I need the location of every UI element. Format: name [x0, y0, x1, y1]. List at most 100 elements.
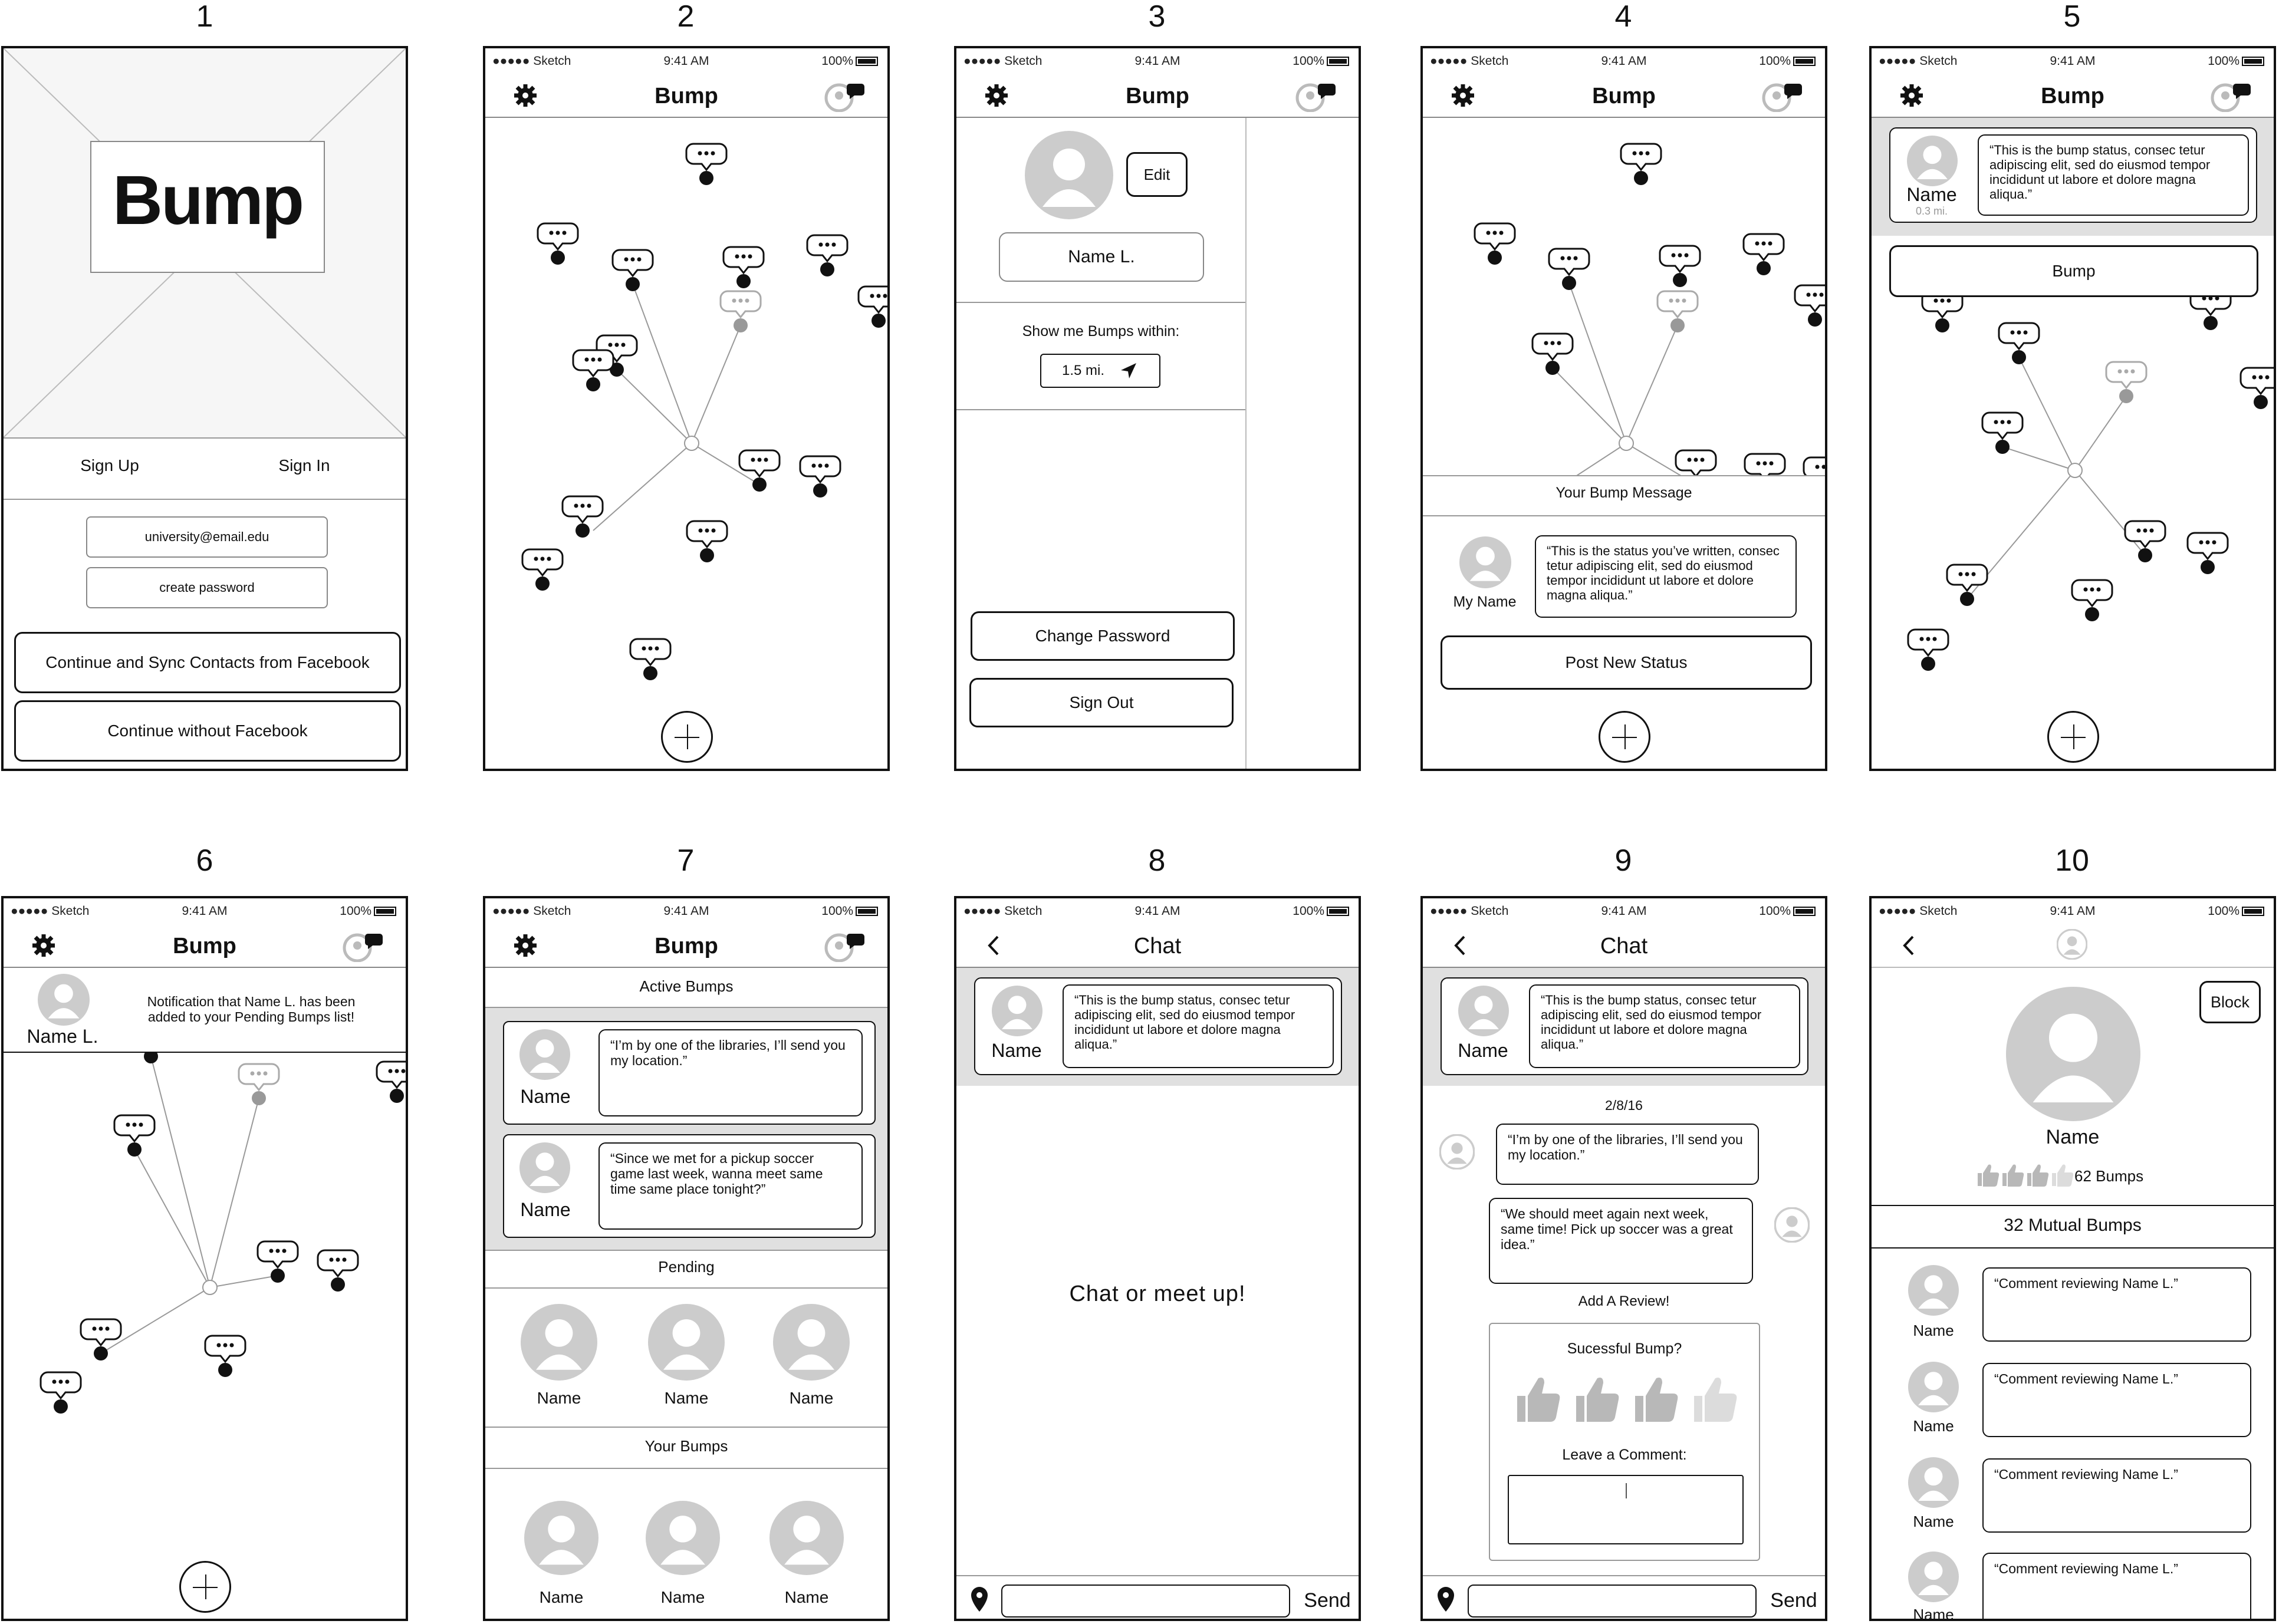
send-button[interactable]: Send	[1761, 1589, 1825, 1612]
bump-marker[interactable]	[1907, 628, 1949, 671]
bump-marker[interactable]	[1921, 290, 1964, 332]
status-bar: ●●●●● Sketch 9:41 AM 100%	[485, 898, 887, 922]
bump-map[interactable]	[1423, 48, 1825, 475]
bump-marker[interactable]	[611, 249, 654, 291]
bump-marker[interactable]	[806, 234, 849, 276]
back-chevron-icon[interactable]	[1901, 935, 1916, 956]
bump-user-name: Name	[1458, 1040, 1508, 1061]
splash-placeholder	[4, 48, 406, 437]
nav-bar: Chat	[1423, 922, 1825, 968]
bump-marker[interactable]	[238, 1063, 280, 1105]
bump-marker[interactable]	[80, 1318, 122, 1361]
bump-marker[interactable]	[1803, 456, 1825, 475]
bump-marker[interactable]	[2239, 367, 2274, 409]
bump-marker[interactable]	[1548, 248, 1590, 290]
change-password-button[interactable]: Change Password	[971, 611, 1235, 661]
bump-marker[interactable]	[113, 1114, 156, 1157]
no-facebook-button[interactable]: Continue without Facebook	[14, 700, 401, 762]
comment-input[interactable]	[1508, 1475, 1744, 1544]
bump-marker[interactable]	[1675, 449, 1717, 475]
thumbs-up-rating[interactable]	[1514, 1372, 1738, 1425]
location-pin-icon[interactable]	[969, 1586, 989, 1613]
add-bump-button[interactable]	[1599, 711, 1650, 763]
bump-marker[interactable]	[799, 455, 841, 498]
screen-3-settings: ●●●●● Sketch 9:41 AM 100% Bump Edit Name L…	[954, 46, 1361, 771]
post-new-status-button[interactable]: Post New Status	[1441, 635, 1812, 690]
pending-heading: Pending	[658, 1258, 715, 1276]
bump-marker[interactable]	[317, 1249, 359, 1292]
pending-avatar[interactable]	[521, 1304, 597, 1381]
bump-marker[interactable]	[1620, 143, 1662, 185]
your-bump-name: Name	[539, 1588, 584, 1606]
bump-marker[interactable]	[1946, 564, 1988, 606]
bump-marker[interactable]	[1794, 284, 1825, 327]
screen-number: 4	[1614, 0, 1632, 34]
text-cursor	[1626, 1483, 1627, 1498]
facebook-sync-button[interactable]: Continue and Sync Contacts from Facebook	[14, 632, 401, 693]
bump-message-heading: Your Bump Message	[1555, 485, 1692, 501]
bump-button[interactable]: Bump	[1889, 245, 2258, 297]
pending-avatar[interactable]	[773, 1304, 850, 1381]
bump-marker[interactable]	[2186, 532, 2229, 574]
bump-marker[interactable]	[537, 222, 579, 265]
active-bump-row[interactable]: Name “I’m by one of the libraries, I’ll …	[503, 1021, 876, 1125]
bump-marker[interactable]	[1998, 322, 2040, 364]
profile-chat-icon[interactable]	[1295, 80, 1336, 112]
bump-marker[interactable]	[738, 449, 781, 492]
bump-marker[interactable]	[686, 520, 728, 562]
name-field[interactable]: Name L.	[999, 232, 1204, 282]
email-field[interactable]: university@email.edu	[86, 516, 328, 558]
distance-selector[interactable]: 1.5 mi.	[1040, 354, 1160, 388]
bump-marker[interactable]	[256, 1240, 299, 1283]
pending-avatar[interactable]	[648, 1304, 725, 1381]
avatar	[38, 974, 90, 1026]
profile-chat-icon[interactable]	[824, 930, 865, 962]
add-bump-button[interactable]	[179, 1561, 231, 1613]
bump-marker[interactable]	[722, 246, 765, 288]
add-bump-button[interactable]	[661, 711, 713, 763]
screen-5-bump-card: ●●●●● Sketch 9:41 AM 100% Bump Name 0.3 mi…	[1869, 46, 2276, 771]
bump-marker[interactable]	[2071, 579, 2113, 621]
bump-marker[interactable]	[521, 548, 564, 591]
incoming-message: “I’m by one of the libraries, I’ll send …	[1496, 1124, 1759, 1185]
screen-number: 6	[196, 844, 213, 878]
block-button[interactable]: Block	[2199, 981, 2261, 1023]
bump-marker[interactable]	[572, 349, 614, 391]
add-bump-button[interactable]	[2047, 711, 2099, 763]
bump-marker[interactable]	[40, 1371, 82, 1414]
bump-marker[interactable]	[1656, 290, 1699, 332]
sign-out-button[interactable]: Sign Out	[969, 678, 1234, 727]
screen-4-post-status: ●●●●● Sketch 9:41 AM 100% Bump Your Bump M…	[1420, 46, 1827, 771]
active-bump-row[interactable]: Name “Since we met for a pickup soccer g…	[503, 1134, 876, 1238]
sign-up-link[interactable]: Sign Up	[68, 456, 151, 475]
reviewer-name: Name	[1913, 1417, 1954, 1435]
your-bump-avatar[interactable]	[769, 1501, 844, 1575]
your-bump-avatar[interactable]	[524, 1501, 598, 1575]
send-button[interactable]: Send	[1295, 1589, 1359, 1612]
bump-marker[interactable]	[1744, 453, 1786, 475]
bump-marker[interactable]	[685, 143, 728, 185]
bump-marker[interactable]	[629, 638, 672, 680]
bump-marker[interactable]	[1981, 411, 2024, 454]
bump-user-name: Name	[1906, 184, 1957, 205]
avatar	[1439, 1134, 1475, 1170]
bump-map[interactable]	[485, 48, 887, 771]
edit-button[interactable]: Edit	[1126, 152, 1188, 197]
your-bump-avatar[interactable]	[646, 1501, 720, 1575]
message-input[interactable]	[1001, 1585, 1290, 1618]
bump-marker[interactable]	[1659, 245, 1701, 287]
sign-in-link[interactable]: Sign In	[263, 456, 346, 475]
bump-marker[interactable]	[2124, 520, 2166, 562]
bump-marker[interactable]	[1474, 222, 1516, 265]
password-field[interactable]: create password	[86, 567, 328, 608]
bump-marker[interactable]	[1742, 233, 1785, 275]
location-pin-icon[interactable]	[1436, 1586, 1456, 1613]
bump-marker[interactable]	[376, 1060, 406, 1103]
bump-marker[interactable]	[1531, 332, 1574, 375]
bump-marker[interactable]	[561, 495, 604, 538]
message-input[interactable]	[1468, 1585, 1757, 1618]
bump-marker[interactable]	[719, 290, 762, 332]
bump-marker[interactable]	[2105, 361, 2148, 403]
bump-marker[interactable]	[857, 285, 887, 328]
bump-marker[interactable]	[204, 1335, 246, 1377]
